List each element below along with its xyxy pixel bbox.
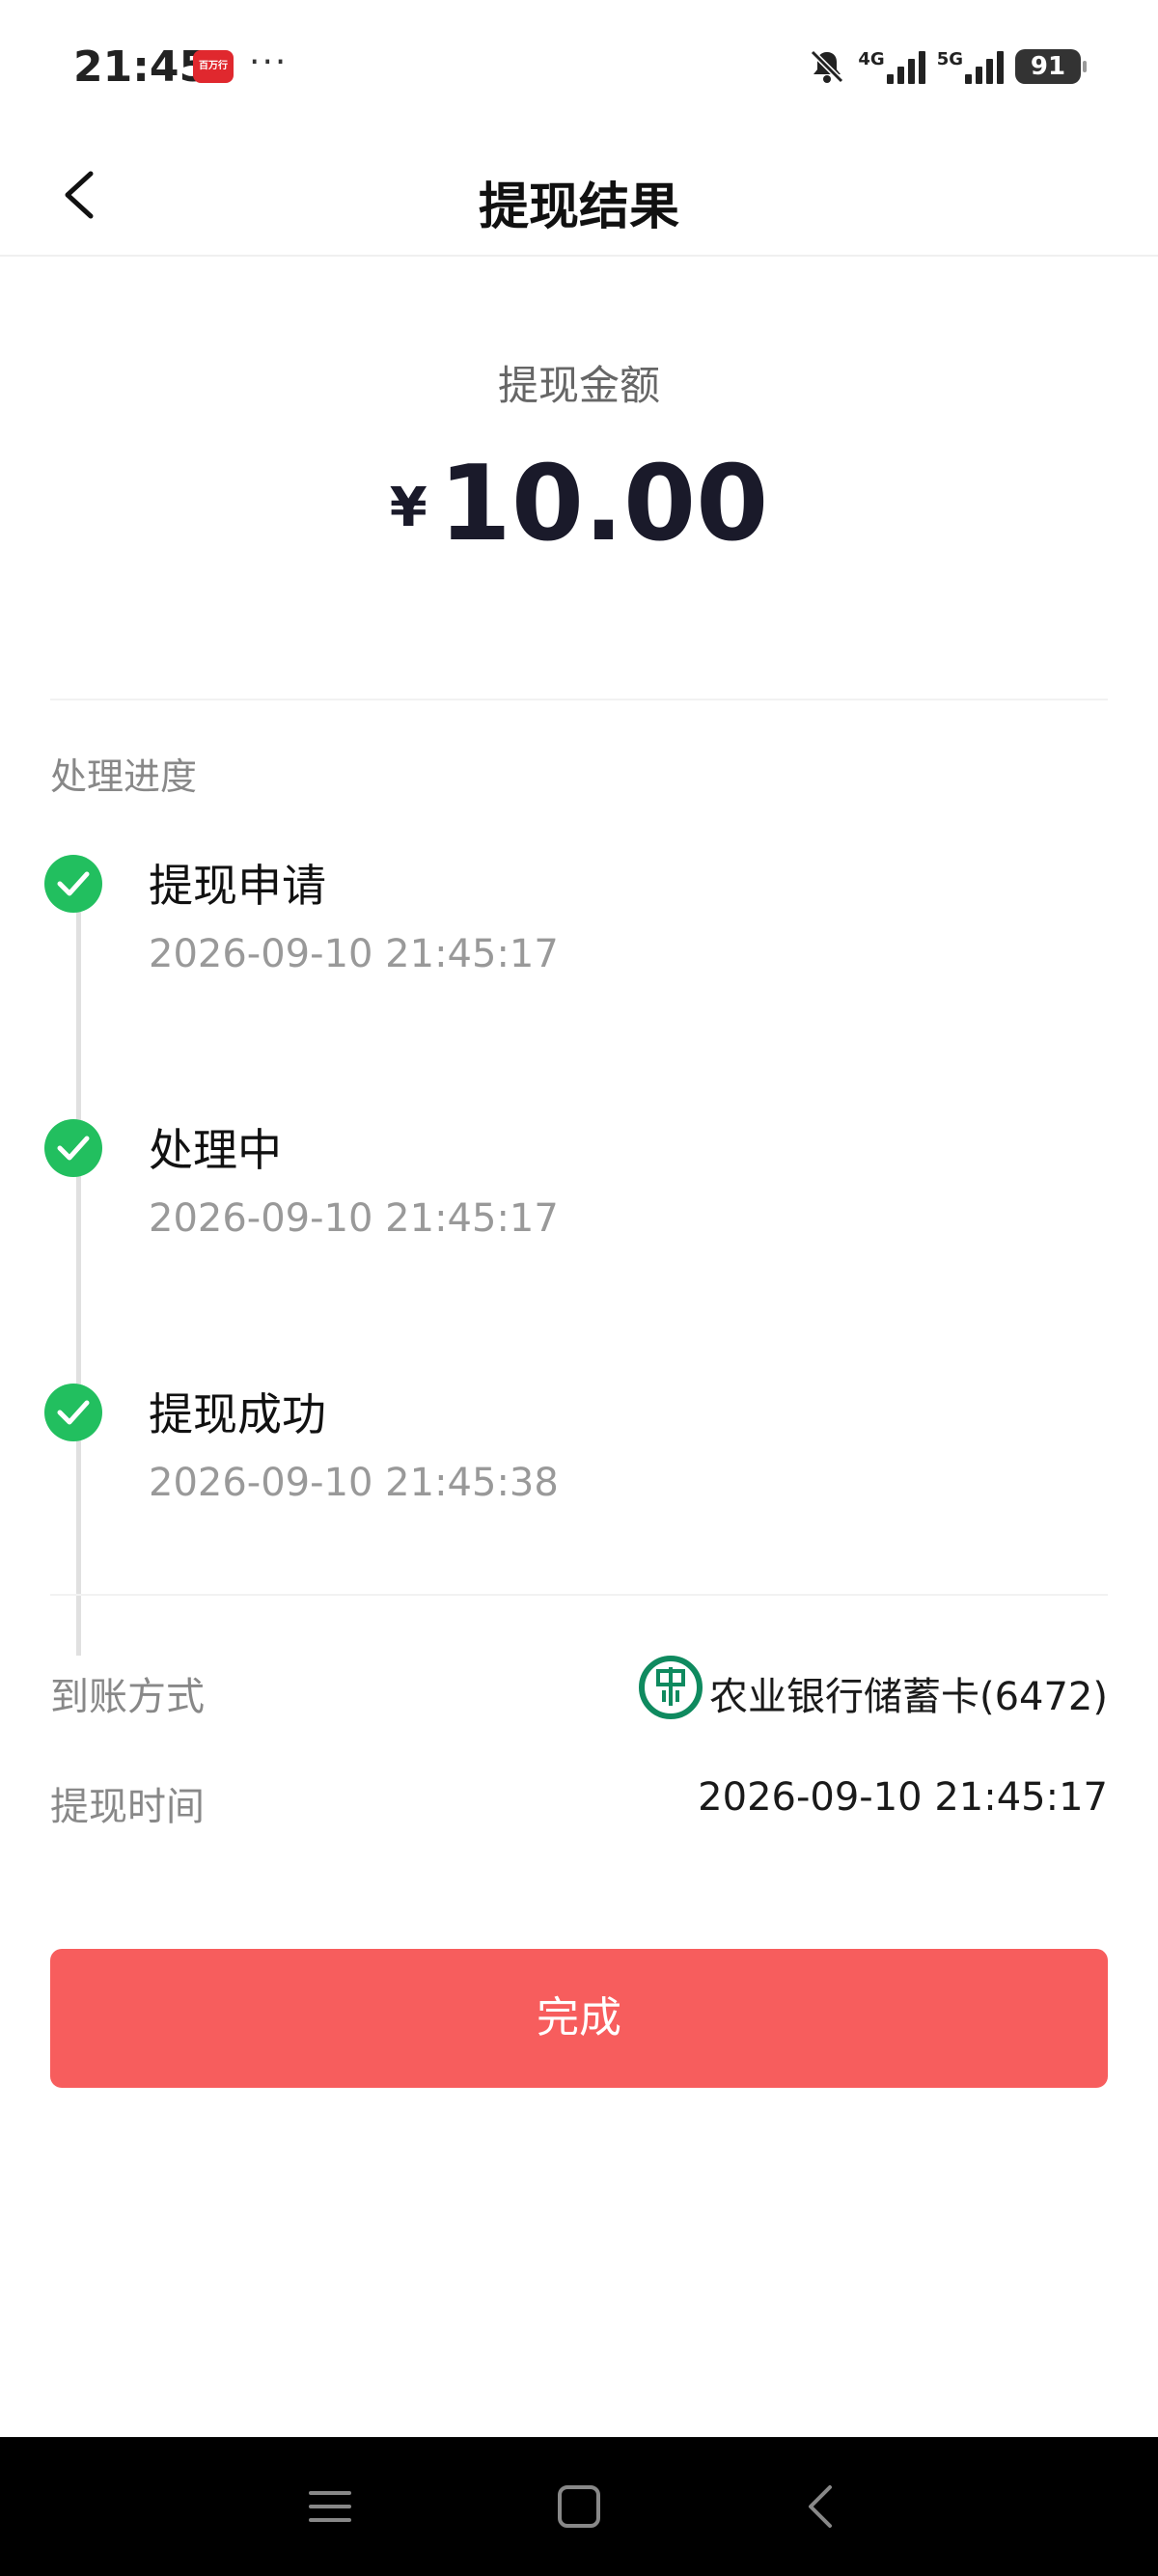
step-time: 2026-09-10 21:45:38: [149, 1461, 559, 1505]
signal-5g-icon: 5G: [937, 49, 1004, 84]
payout-method-label: 到账方式: [50, 1675, 205, 1719]
timeline-step: 处理中 2026-09-10 21:45:17: [0, 1119, 1158, 1274]
amount-value: 10.00: [438, 444, 769, 564]
currency-symbol: ¥: [389, 477, 427, 539]
withdraw-result-page: 21:45 百万行 ··· 4G 5G 91 提现结果 提现金额 ¥ 10.00…: [0, 0, 1158, 2576]
payout-method-value: 农业银行储蓄卡(6472): [708, 1675, 1108, 1719]
check-circle-icon: [44, 855, 102, 913]
app-notification-icon: 百万行: [193, 50, 234, 83]
done-button[interactable]: 完成: [50, 1949, 1108, 2088]
timeline-step: 提现申请 2026-09-10 21:45:17: [0, 855, 1158, 1009]
nav-header: 提现结果: [0, 135, 1158, 257]
more-notifications-icon: ···: [249, 42, 289, 82]
battery-icon: 91: [1015, 49, 1087, 84]
step-time: 2026-09-10 21:45:17: [149, 1196, 559, 1241]
step-time: 2026-09-10 21:45:17: [149, 932, 559, 976]
withdraw-time-label: 提现时间: [50, 1785, 205, 1829]
bank-logo-icon: [639, 1656, 703, 1719]
step-title: 处理中: [149, 1124, 282, 1176]
payout-method-row: 到账方式 农业银行储蓄卡(6472): [50, 1656, 1108, 1723]
divider: [50, 699, 1108, 700]
mute-bell-icon: [808, 47, 846, 86]
status-icons: 4G 5G 91: [808, 42, 1087, 91]
page-title: 提现结果: [478, 178, 679, 236]
home-icon[interactable]: [552, 2480, 606, 2534]
system-nav-bar: [0, 2437, 1158, 2576]
signal-4g-icon: 4G: [858, 49, 925, 84]
main-content: 提现金额 ¥10.00 处理进度 提现申请 2026-09-10 21:45:1…: [0, 257, 1158, 2437]
check-circle-icon: [44, 1119, 102, 1177]
menu-icon[interactable]: [303, 2480, 357, 2534]
progress-label: 处理进度: [50, 755, 198, 798]
status-bar: 21:45 百万行 ··· 4G 5G 91: [0, 0, 1158, 135]
withdraw-time-value: 2026-09-10 21:45:17: [698, 1775, 1108, 1820]
step-title: 提现申请: [149, 860, 326, 912]
withdraw-time-row: 提现时间 2026-09-10 21:45:17: [50, 1775, 1108, 1833]
timeline-step: 提现成功 2026-09-10 21:45:38: [0, 1384, 1158, 1538]
amount-label: 提现金额: [497, 362, 660, 409]
status-time: 21:45: [73, 42, 209, 92]
amount-display: ¥10.00: [0, 444, 1158, 564]
step-title: 提现成功: [149, 1388, 326, 1440]
system-back-icon[interactable]: [795, 2480, 849, 2534]
check-circle-icon: [44, 1384, 102, 1441]
divider: [50, 1594, 1108, 1596]
